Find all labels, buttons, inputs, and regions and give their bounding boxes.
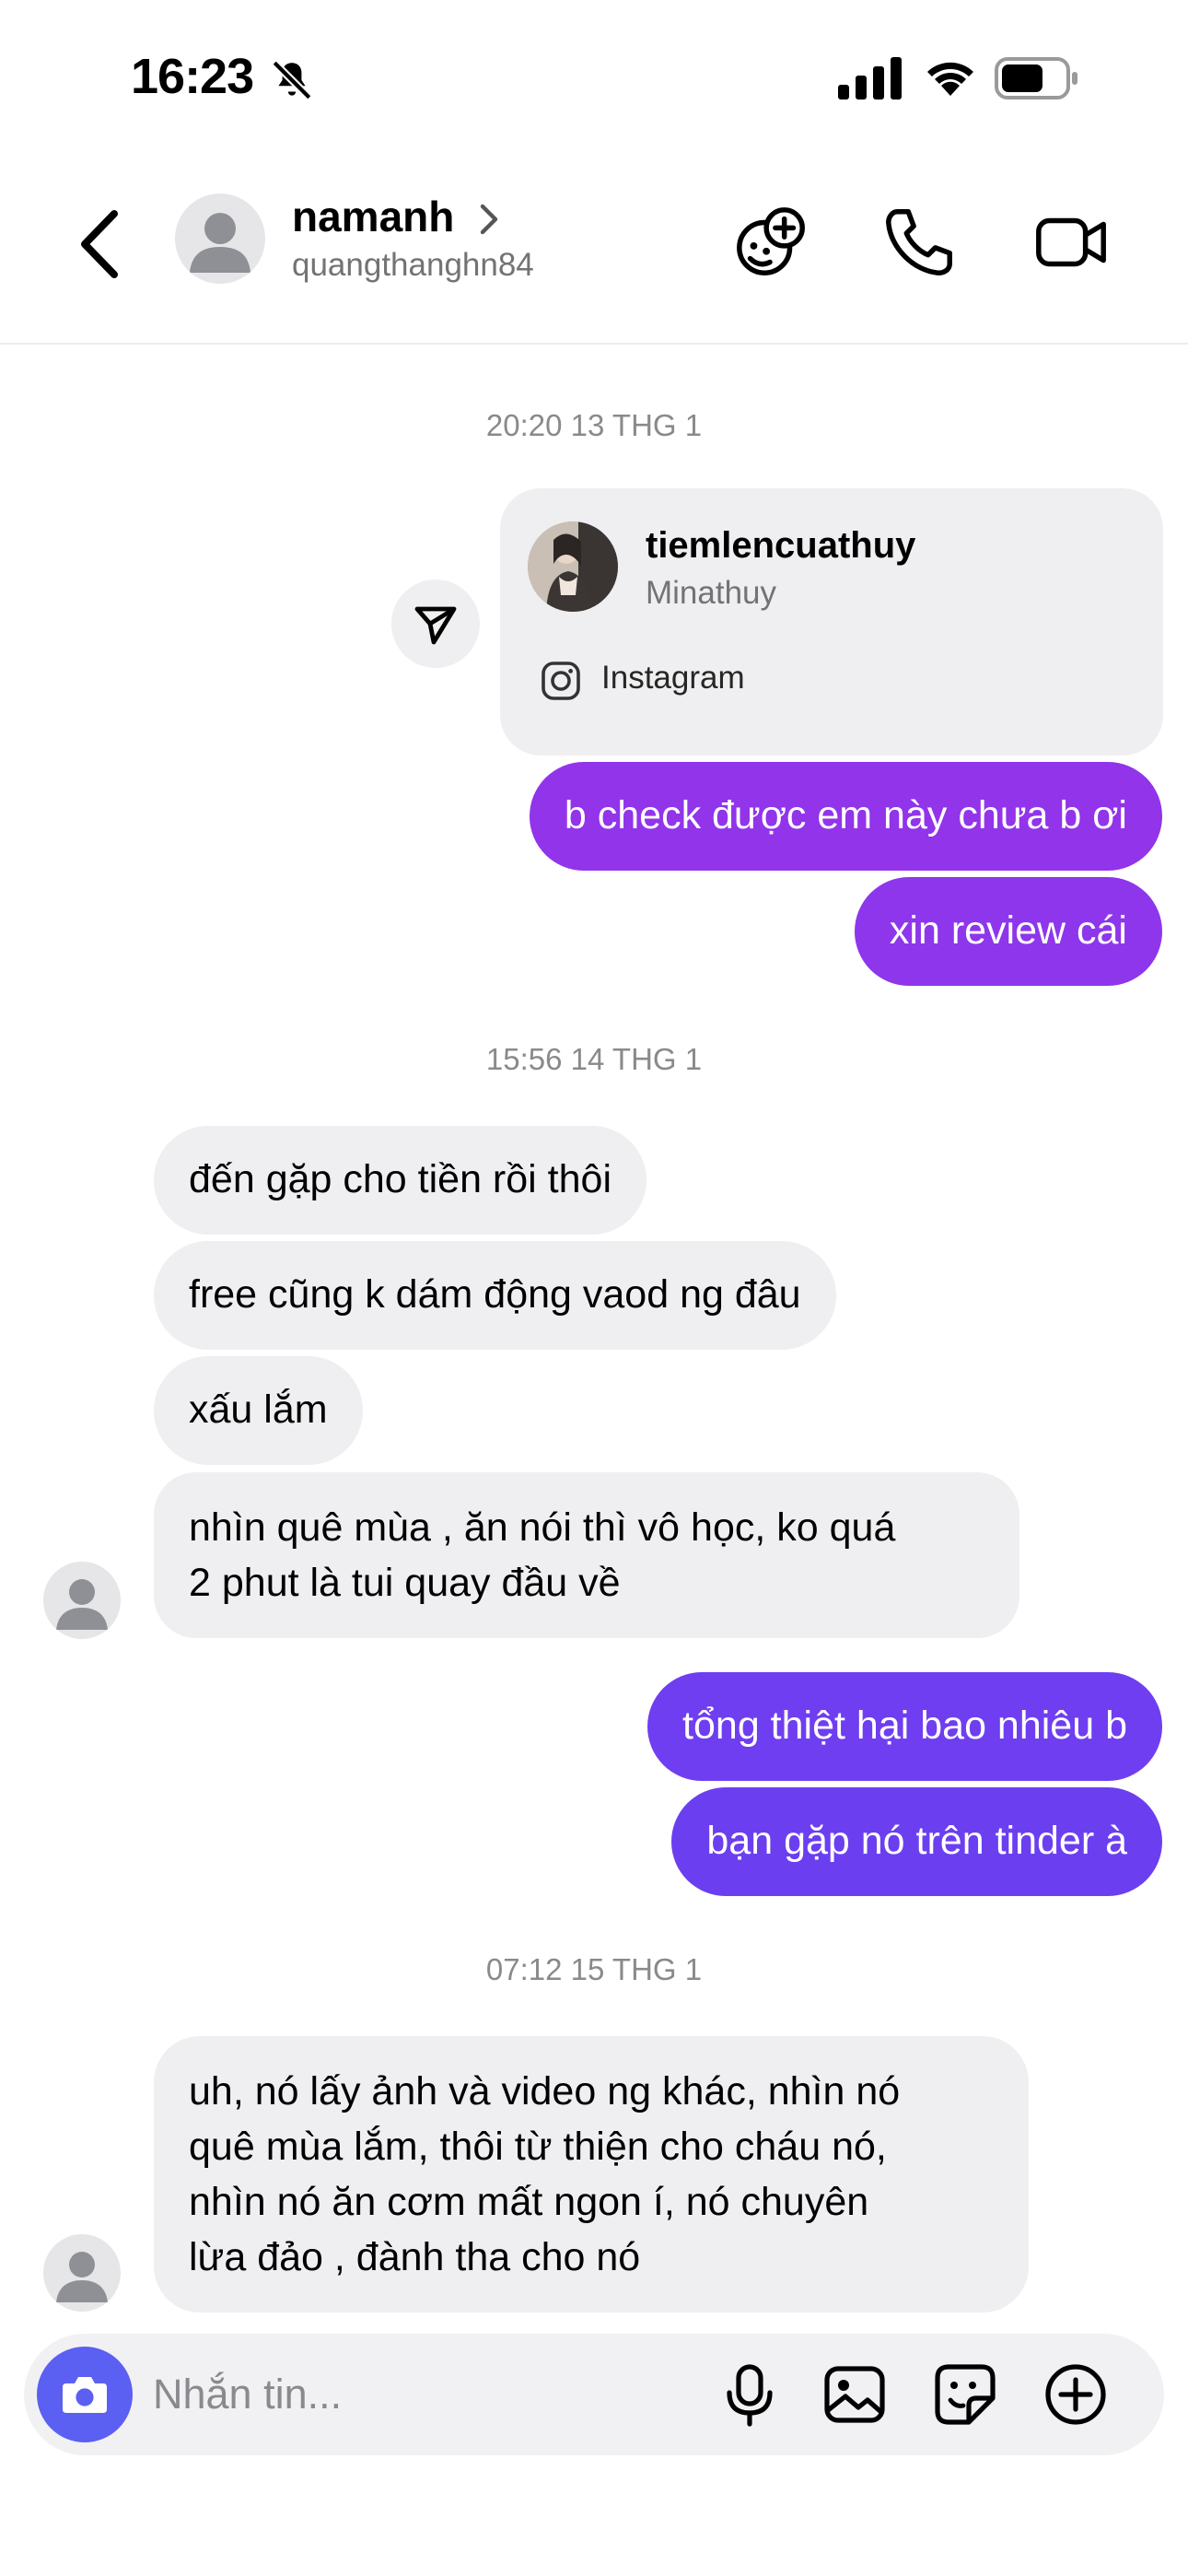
message-line: nhìn quê mùa , ăn nói thì vô học, ko quá [189, 1505, 896, 1550]
message-bubble-incoming[interactable]: đến gặp cho tiền rồi thôi [154, 1126, 646, 1235]
instagram-icon [542, 662, 580, 700]
plus-icon[interactable] [1042, 2361, 1109, 2428]
contact-avatar[interactable] [175, 193, 265, 284]
message-bubble-incoming[interactable]: nhìn quê mùa , ăn nói thì vô học, ko quá… [154, 1472, 1019, 1638]
message-line: uh, nó lấy ảnh và video ng khác, nhìn nó [189, 2069, 901, 2113]
shared-profile-card[interactable]: tiemlencuathuy Minathuy Instagram [500, 488, 1163, 755]
microphone-icon[interactable] [716, 2361, 783, 2428]
gallery-icon[interactable] [821, 2361, 888, 2428]
forward-icon [414, 606, 457, 645]
shared-profile-display-name: Minathuy [646, 575, 777, 611]
shared-profile-avatar [528, 521, 618, 612]
status-bar: 16:23 [0, 0, 1188, 157]
message-input[interactable] [153, 2367, 613, 2422]
chat-header: namanh quangthanghn84 [0, 157, 1188, 345]
shared-profile-source: Instagram [601, 660, 745, 696]
camera-button[interactable] [37, 2347, 133, 2442]
shared-profile-username: tiemlencuathuy [646, 525, 916, 566]
sticker-icon[interactable] [932, 2361, 998, 2428]
camera-icon [63, 2377, 107, 2413]
game-icon[interactable] [732, 203, 811, 282]
chevron-right-icon[interactable] [475, 201, 503, 238]
message-line: lừa đảo , đành tha cho nó [189, 2235, 641, 2279]
message-line: 2 phut là tui quay đầu về [189, 1561, 621, 1605]
phone-icon[interactable] [879, 203, 959, 282]
message-bubble-incoming[interactable]: uh, nó lấy ảnh và video ng khác, nhìn nó… [154, 2036, 1029, 2313]
message-bubble-outgoing[interactable]: tổng thiệt hại bao nhiêu b [647, 1672, 1162, 1781]
video-icon[interactable] [1031, 203, 1111, 282]
signal-icon [838, 57, 902, 100]
timestamp: 07:12 15 THG 1 [485, 1952, 703, 1986]
message-line: quê mùa lắm, thôi từ thiện cho cháu nó, [189, 2125, 887, 2169]
timestamp: 20:20 13 THG 1 [485, 408, 703, 442]
message-bubble-incoming[interactable]: xấu lắm [154, 1356, 363, 1465]
timestamp: 15:56 14 THG 1 [485, 1042, 703, 1076]
message-bubble-outgoing[interactable]: b check được em này chưa b ơi [529, 762, 1162, 871]
mute-icon [272, 60, 312, 100]
contact-name[interactable]: namanh [292, 192, 454, 241]
message-bubble-outgoing[interactable]: xin review cái [854, 877, 1162, 986]
message-bubble-outgoing[interactable]: bạn gặp nó trên tinder à [671, 1787, 1162, 1896]
contact-avatar-small[interactable] [43, 2234, 121, 2312]
wifi-icon [927, 62, 973, 96]
share-button[interactable] [391, 580, 480, 668]
message-bubble-incoming[interactable]: free cũng k dám động vaod ng đâu [154, 1241, 836, 1350]
contact-avatar-small[interactable] [43, 1562, 121, 1639]
back-icon[interactable] [66, 203, 131, 286]
message-line: nhìn nó ăn cơm mất ngon í, nó chuyên [189, 2180, 869, 2224]
status-time: 16:23 [131, 49, 254, 104]
battery-icon [995, 57, 1077, 100]
message-composer [24, 2334, 1164, 2455]
contact-username[interactable]: quangthanghn84 [292, 247, 534, 284]
